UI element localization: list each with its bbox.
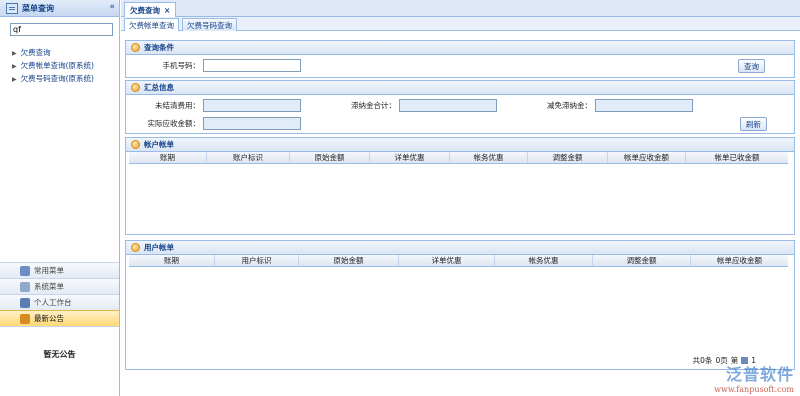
sidebar-title: 菜单查询 [22,3,54,13]
panel-dot-icon [131,43,140,52]
system-menu-icon [20,281,30,292]
column-header[interactable]: 帐单应收金额 [691,255,788,266]
refresh-button[interactable]: 刷新 [740,117,767,131]
column-header[interactable]: 账户标识 [207,152,290,163]
nav-system-menu[interactable]: 系统菜单 [0,278,119,294]
phone-row: 手机号码： [130,59,301,72]
panel-dot-icon [131,140,140,149]
column-header[interactable]: 用户标识 [215,255,299,266]
receivable-field [203,117,301,130]
menu-search-icon [6,2,18,14]
unsettled-row: 未结清费用： [130,99,301,112]
user-bill-grid-header: 账期 用户标识 原始金额 详单优惠 帐务优惠 调整金额 帐单应收金额 [129,255,788,267]
watermark-logo: 泛普软件 www.fanpusoft.com [714,365,794,394]
tree-item-arrears-bill-query-old[interactable]: ▶ 欠费帐单查询(原系统) [12,59,119,72]
tree-item-arrears-query[interactable]: ▶ 欠费查询 [12,46,119,59]
column-header[interactable]: 详单优惠 [399,255,495,266]
caret-right-icon: ▶ [12,63,17,70]
user-bill-panel: 用户帐单 账期 用户标识 原始金额 详单优惠 帐务优惠 调整金额 帐单应收金额 … [125,240,795,370]
column-header[interactable]: 原始金额 [299,255,399,266]
column-header[interactable]: 详单优惠 [370,152,450,163]
query-panel: 查询条件 手机号码： 查询 [125,40,795,78]
unsettled-field [203,99,301,112]
main-tabbar: 欠费查询 × [121,0,800,17]
phone-label: 手机号码： [162,61,201,70]
column-header[interactable]: 帐务优惠 [495,255,593,266]
waived-row: 减免滞纳金： [522,99,693,112]
column-header[interactable]: 帐单应收金额 [608,152,686,163]
close-icon[interactable]: × [164,6,170,15]
tab-arrears-bill-query[interactable]: 欠费帐单查询 [124,18,179,31]
late-fee-row: 滞纳金合计： [326,99,497,112]
tab-arrears-query[interactable]: 欠费查询 × [124,2,177,17]
column-header[interactable]: 账期 [129,255,215,266]
announcement-icon [20,313,30,324]
menu-tree: ▶ 欠费查询 ▶ 欠费帐单查询(原系统) ▶ 欠费号码查询(原系统) [0,46,119,85]
receivable-row: 实际应收金额： [130,117,301,130]
sidebar-header: 菜单查询 « [0,0,119,17]
menu-search-input[interactable] [10,23,113,36]
common-menu-icon [20,265,30,276]
nav-announcement[interactable]: 最新公告 [0,310,119,326]
column-header[interactable]: 帐务优惠 [450,152,528,163]
column-header[interactable]: 原始金额 [290,152,370,163]
panel-dot-icon [131,243,140,252]
late-fee-field [399,99,497,112]
notice-text: 暂无公告 [0,326,119,382]
summary-panel-header: 汇总信息 [126,81,794,95]
collapse-icon[interactable]: « [109,2,115,12]
caret-right-icon: ▶ [12,50,17,57]
sidebar: 菜单查询 « ▶欠费查询 ▶欠费帐单查询(原系统) ▶欠费号码查询(原系统) 常… [0,0,120,396]
waived-field [595,99,693,112]
tab-arrears-number-query[interactable]: 欠费号码查询 [182,18,237,31]
column-header[interactable]: 帐单已收金额 [686,152,788,163]
sidebar-nav: 常用菜单 系统菜单 个人工作台 最新公告 暂无公告 [0,262,119,382]
column-header[interactable]: 调整金额 [528,152,608,163]
nav-common-menu[interactable]: 常用菜单 [0,262,119,278]
account-bill-panel: 帐户帐单 账期 账户标识 原始金额 详单优惠 帐务优惠 调整金额 帐单应收金额 … [125,137,795,235]
panel-dot-icon [131,83,140,92]
phone-input[interactable] [203,59,301,72]
summary-panel: 汇总信息 未结清费用： 滞纳金合计： 减免滞纳金： 实际应收金额： 刷新 [125,80,795,134]
column-header[interactable]: 账期 [129,152,207,163]
caret-right-icon: ▶ [12,76,17,83]
tree-item-arrears-number-query-old[interactable]: ▶ 欠费号码查询(原系统) [12,72,119,85]
account-bill-grid-header: 账期 账户标识 原始金额 详单优惠 帐务优惠 调整金额 帐单应收金额 帐单已收金… [129,152,788,164]
user-bill-header: 用户帐单 [126,241,794,255]
main-area: 欠费查询 × 欠费帐单查询 欠费号码查询 查询条件 手机号码： 查询 汇总信息 … [121,0,800,396]
nav-workbench[interactable]: 个人工作台 [0,294,119,310]
query-panel-header: 查询条件 [126,41,794,55]
column-header[interactable]: 调整金额 [593,255,691,266]
pager-total: 共0条 [692,356,713,365]
query-button[interactable]: 查询 [738,59,765,73]
account-bill-header: 帐户帐单 [126,138,794,152]
workbench-icon [20,297,30,308]
sub-tabbar: 欠费帐单查询 欠费号码查询 [121,17,800,31]
